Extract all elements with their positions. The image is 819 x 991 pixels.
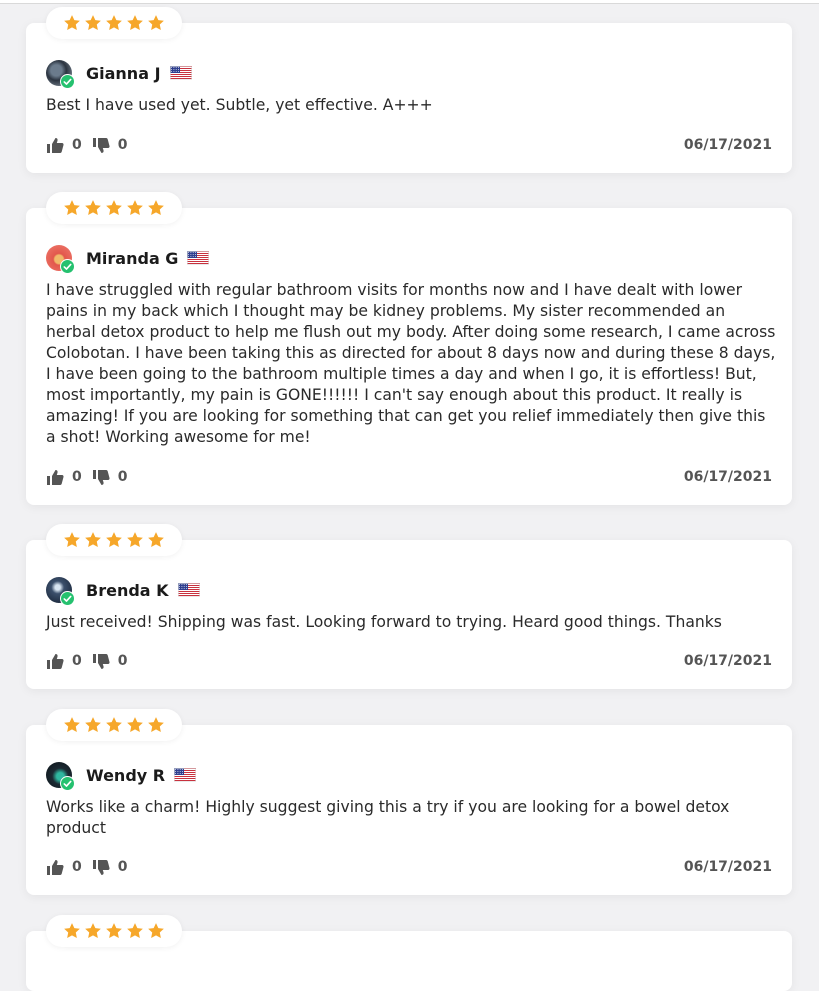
verified-check-icon bbox=[60, 776, 75, 791]
thumbs-down-icon[interactable] bbox=[92, 858, 110, 876]
like-count: 0 bbox=[72, 469, 82, 485]
star-icon bbox=[148, 15, 164, 31]
star-icon bbox=[127, 200, 143, 216]
review-text: Just received! Shipping was fast. Lookin… bbox=[46, 613, 722, 631]
thumbs-up-icon[interactable] bbox=[46, 652, 64, 670]
verified-check-icon bbox=[60, 74, 75, 89]
verified-check-icon bbox=[60, 591, 75, 606]
star-rating bbox=[46, 915, 182, 947]
thumbs-up-icon[interactable] bbox=[46, 136, 64, 154]
avatar bbox=[46, 60, 75, 89]
dislike-count: 0 bbox=[117, 653, 128, 669]
star-icon bbox=[106, 717, 122, 733]
review: Miranda G I have struggled with regular … bbox=[26, 192, 792, 506]
dislike-count: 0 bbox=[117, 859, 128, 875]
star-icon bbox=[148, 923, 164, 939]
review: Brenda K Just received! Shipping was fas… bbox=[26, 524, 792, 690]
star-icon bbox=[85, 717, 101, 733]
review-date: 06/17/2021 bbox=[683, 137, 772, 153]
star-rating bbox=[46, 192, 182, 224]
vote-bar: 0 0 bbox=[46, 468, 138, 486]
star-icon bbox=[64, 923, 80, 939]
vote-bar: 0 0 bbox=[46, 652, 138, 670]
star-icon bbox=[127, 15, 143, 31]
review-card: Gianna J Best I have used yet. Subtle, y… bbox=[26, 23, 792, 173]
review-header: Wendy R bbox=[46, 761, 197, 791]
avatar bbox=[46, 762, 75, 791]
star-icon bbox=[85, 15, 101, 31]
like-count: 0 bbox=[72, 859, 82, 875]
verified-check-icon bbox=[60, 259, 75, 274]
thumbs-down-icon[interactable] bbox=[92, 468, 110, 486]
review-date: 06/17/2021 bbox=[683, 653, 772, 669]
star-icon bbox=[106, 200, 122, 216]
star-icon bbox=[64, 200, 80, 216]
review-text: Best I have used yet. Subtle, yet effect… bbox=[46, 96, 433, 114]
thumbs-up-icon[interactable] bbox=[46, 858, 64, 876]
star-icon bbox=[127, 923, 143, 939]
like-count: 0 bbox=[72, 137, 82, 153]
star-icon bbox=[106, 923, 122, 939]
thumbs-down-icon[interactable] bbox=[92, 652, 110, 670]
us-flag-icon bbox=[187, 251, 210, 265]
review-card: Miranda G I have struggled with regular … bbox=[26, 208, 792, 505]
reviewer-name: Gianna J bbox=[86, 63, 161, 83]
review-text: Works like a charm! Highly suggest givin… bbox=[46, 798, 730, 837]
star-rating bbox=[46, 524, 182, 556]
star-rating bbox=[46, 7, 182, 39]
star-icon bbox=[148, 200, 164, 216]
thumbs-down-icon[interactable] bbox=[92, 136, 110, 154]
star-rating bbox=[46, 709, 182, 741]
like-count: 0 bbox=[72, 653, 82, 669]
star-icon bbox=[64, 15, 80, 31]
review-date: 06/17/2021 bbox=[683, 859, 772, 875]
star-icon bbox=[64, 717, 80, 733]
star-icon bbox=[85, 532, 101, 548]
review: Wendy R Works like a charm! Highly sugge… bbox=[26, 709, 792, 896]
review-card: Wendy R Works like a charm! Highly sugge… bbox=[26, 725, 792, 895]
star-icon bbox=[148, 717, 164, 733]
vote-bar: 0 0 bbox=[46, 858, 138, 876]
reviewer-name: Wendy R bbox=[86, 765, 166, 785]
review-header: Gianna J bbox=[46, 59, 192, 89]
review-header: Miranda G bbox=[46, 244, 210, 274]
dislike-count: 0 bbox=[117, 137, 128, 153]
star-icon bbox=[85, 200, 101, 216]
review: Gianna J Best I have used yet. Subtle, y… bbox=[26, 7, 792, 173]
review-card: Brenda K Just received! Shipping was fas… bbox=[26, 540, 792, 689]
review-date: 06/17/2021 bbox=[683, 469, 772, 485]
star-icon bbox=[127, 532, 143, 548]
star-icon bbox=[106, 532, 122, 548]
star-icon bbox=[106, 15, 122, 31]
reviewer-name: Brenda K bbox=[86, 580, 169, 600]
star-icon bbox=[64, 532, 80, 548]
star-icon bbox=[148, 532, 164, 548]
review-header: Brenda K bbox=[46, 576, 200, 606]
review-text: I have struggled with regular bathroom v… bbox=[46, 281, 776, 446]
star-icon bbox=[85, 923, 101, 939]
star-icon bbox=[127, 717, 143, 733]
thumbs-up-icon[interactable] bbox=[46, 468, 64, 486]
us-flag-icon bbox=[177, 583, 200, 597]
reviewer-name: Miranda G bbox=[86, 248, 179, 268]
us-flag-icon bbox=[174, 768, 197, 782]
us-flag-icon bbox=[169, 66, 192, 80]
vote-bar: 0 0 bbox=[46, 136, 138, 154]
dislike-count: 0 bbox=[117, 469, 128, 485]
avatar bbox=[46, 577, 75, 606]
review bbox=[26, 915, 792, 991]
page-top-divider bbox=[0, 0, 819, 4]
avatar bbox=[46, 245, 75, 274]
